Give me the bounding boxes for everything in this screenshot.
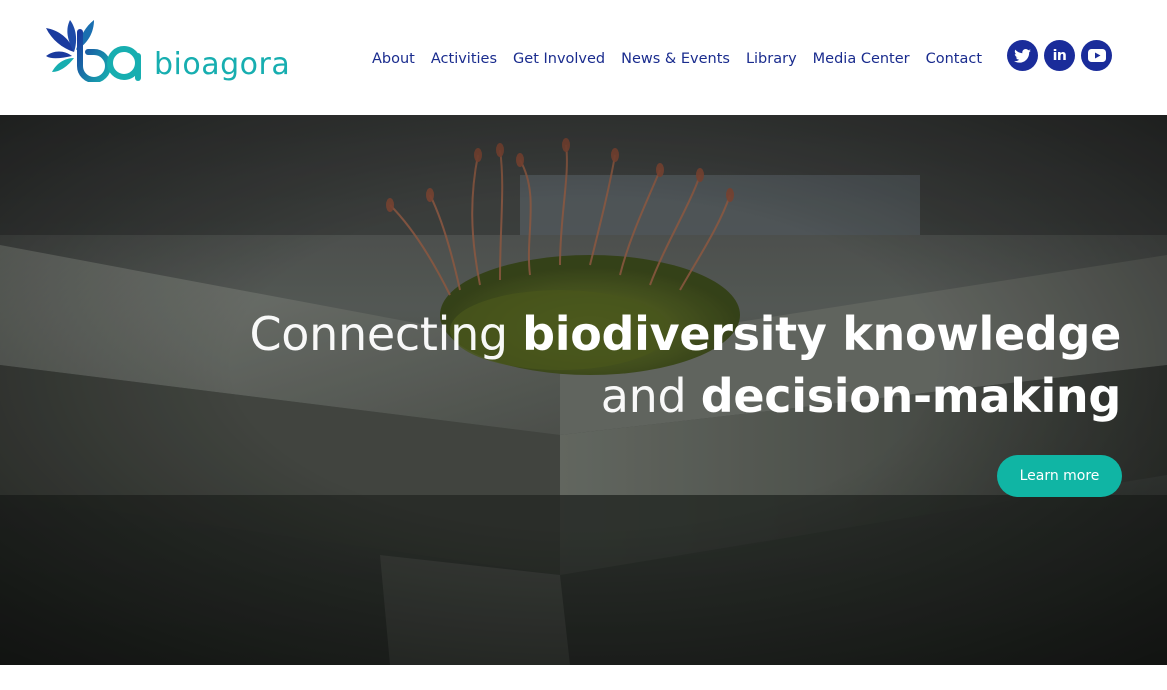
twitter-icon	[1014, 48, 1031, 63]
hero-line-2: and decision-making	[249, 365, 1122, 427]
hero-headline: Connecting biodiversity knowledge and de…	[249, 303, 1121, 427]
learn-more-button[interactable]: Learn more	[997, 455, 1122, 497]
hero-line-1-light: Connecting	[249, 307, 523, 361]
nav-get-involved[interactable]: Get Involved	[505, 48, 613, 70]
logo-wordmark: bioagora	[154, 47, 291, 82]
hero-banner: Connecting biodiversity knowledge and de…	[0, 115, 1167, 665]
nav-library[interactable]: Library	[738, 48, 805, 70]
youtube-link[interactable]	[1081, 40, 1112, 71]
hero-line-2-bold: decision-making	[700, 369, 1122, 423]
twitter-link[interactable]	[1007, 40, 1038, 71]
linkedin-link[interactable]: in	[1044, 40, 1075, 71]
hero-line-1-bold: biodiversity knowledge	[522, 307, 1121, 361]
nav-news-events[interactable]: News & Events	[613, 48, 738, 70]
social-links: in	[1007, 40, 1118, 71]
main-nav: About Activities Get Involved News & Eve…	[364, 48, 990, 70]
linkedin-icon: in	[1052, 47, 1067, 64]
site-header: bioagora About Activities Get Involved N…	[0, 0, 1167, 115]
hero-line-1: Connecting biodiversity knowledge	[249, 303, 1121, 365]
logo-leaf-icon	[46, 20, 141, 82]
nav-about[interactable]: About	[364, 48, 423, 70]
hero-line-2-light: and	[600, 369, 701, 423]
nav-contact[interactable]: Contact	[918, 48, 990, 70]
site-logo[interactable]: bioagora	[44, 18, 290, 82]
below-hero-area	[0, 665, 1167, 690]
youtube-icon	[1087, 49, 1106, 62]
nav-activities[interactable]: Activities	[423, 48, 505, 70]
nav-media-center[interactable]: Media Center	[805, 48, 918, 70]
